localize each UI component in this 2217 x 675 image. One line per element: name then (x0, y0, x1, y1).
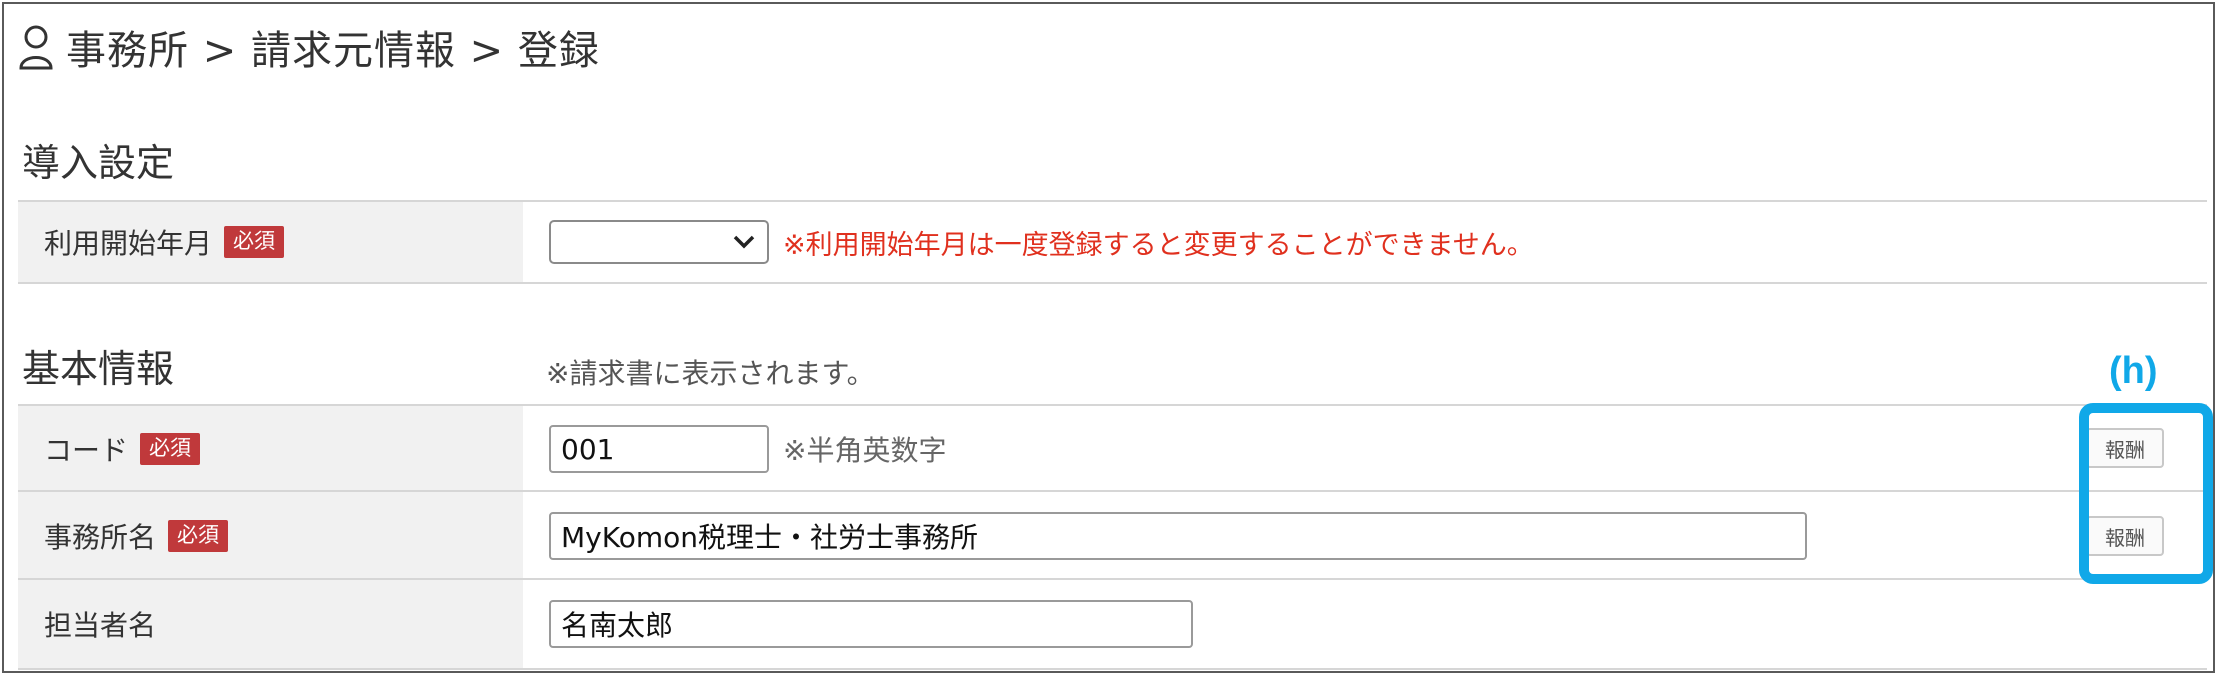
start-month-label: 利用開始年月 (44, 227, 213, 260)
section-title-basic: 基本情報 (22, 347, 175, 391)
start-month-row: 利用開始年月 必須 ※利用開始年月は一度登録すると変更することができません。 (18, 200, 2207, 284)
start-month-select[interactable] (549, 220, 769, 264)
required-badge: 必須 (140, 433, 201, 465)
office-name-input[interactable] (549, 512, 1807, 560)
code-row: コード 必須 ※半角英数字 報酬 (18, 404, 2207, 492)
user-icon (19, 25, 53, 70)
section-title-intro: 導入設定 (22, 141, 175, 185)
person-in-charge-value-cell (523, 580, 2207, 668)
required-badge: 必須 (168, 520, 229, 552)
person-in-charge-label: 担当者名 (44, 609, 157, 642)
start-month-label-cell: 利用開始年月 必須 (18, 202, 523, 282)
start-month-value-cell: ※利用開始年月は一度登録すると変更することができません。 (523, 202, 2207, 282)
person-in-charge-input[interactable] (549, 600, 1193, 648)
breadcrumb: 事務所 > 請求元情報 > 登録 (4, 4, 2213, 90)
office-name-row: 事務所名 必須 報酬 (18, 490, 2207, 580)
code-hint: ※半角英数字 (783, 434, 947, 467)
page-title: 事務所 > 請求元情報 > 登録 (66, 28, 600, 74)
office-name-value-cell: 報酬 (523, 492, 2207, 580)
code-label-cell: コード 必須 (18, 406, 523, 492)
office-name-label-cell: 事務所名 必須 (18, 492, 523, 580)
required-badge: 必須 (224, 226, 285, 258)
office-name-label: 事務所名 (44, 521, 157, 554)
code-value-cell: ※半角英数字 報酬 (523, 406, 2207, 492)
code-input[interactable] (549, 425, 769, 473)
person-in-charge-label-cell: 担当者名 (18, 580, 523, 668)
page-frame: 事務所 > 請求元情報 > 登録 導入設定 利用開始年月 必須 ※利用開始年月は… (2, 2, 2215, 673)
start-month-warning: ※利用開始年月は一度登録すると変更することができません。 (783, 229, 1534, 261)
annotation-label: (h) (2109, 350, 2158, 392)
code-label: コード (44, 434, 129, 467)
section-note-basic: ※請求書に表示されます。 (546, 357, 875, 390)
person-in-charge-row: 担当者名 (18, 578, 2207, 670)
annotation-highlight-box (2079, 403, 2213, 584)
chevron-down-icon (733, 235, 755, 249)
